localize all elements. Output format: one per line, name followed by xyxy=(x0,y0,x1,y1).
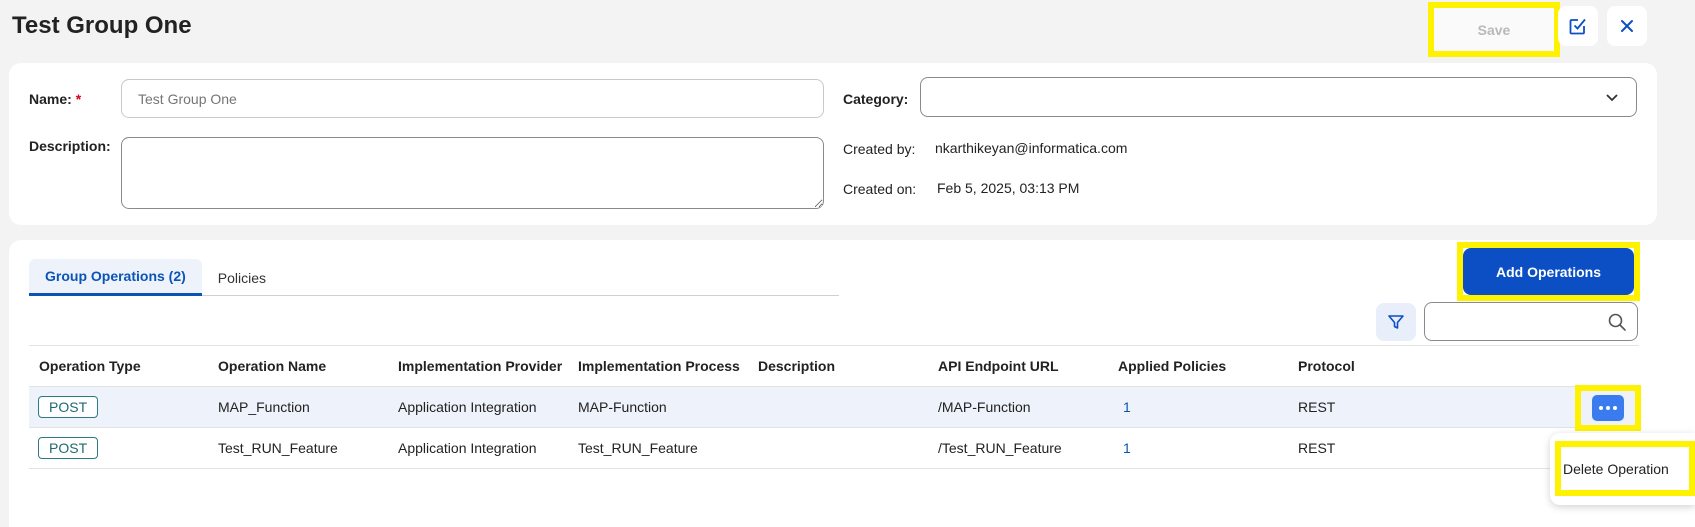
table-row[interactable]: POST MAP_Function Application Integratio… xyxy=(29,387,1639,428)
column-header[interactable]: Operation Name xyxy=(209,358,389,374)
tab-group-operations[interactable]: Group Operations (2) xyxy=(29,259,202,296)
delete-operation-highlight: Delete Operation xyxy=(1555,441,1695,496)
more-horizontal-icon xyxy=(1606,406,1610,410)
add-operations-button[interactable]: Add Operations xyxy=(1463,248,1634,295)
description-input[interactable] xyxy=(121,137,824,209)
category-label: Category: xyxy=(843,91,909,107)
implementation-process: MAP-Function xyxy=(578,399,667,415)
implementation-provider: Application Integration xyxy=(398,399,537,415)
save-button-highlight: Save xyxy=(1428,2,1560,57)
created-on-label: Created on: xyxy=(843,181,917,197)
created-by-value: nkarthikeyan@informatica.com xyxy=(935,140,1128,156)
more-horizontal-icon xyxy=(1599,406,1603,410)
page-title: Test Group One xyxy=(12,12,192,39)
created-by-label: Created by: xyxy=(843,141,916,157)
applied-policies-link[interactable]: 1 xyxy=(1123,399,1131,415)
column-header[interactable]: Applied Policies xyxy=(1109,358,1289,374)
filter-button[interactable] xyxy=(1376,303,1416,341)
checkbox-edit-icon xyxy=(1569,18,1586,35)
column-header[interactable]: Implementation Process xyxy=(569,358,749,374)
category-select[interactable] xyxy=(920,77,1637,117)
column-header[interactable]: API Endpoint URL xyxy=(929,358,1109,374)
method-badge: POST xyxy=(38,396,99,418)
more-horizontal-icon xyxy=(1613,406,1617,410)
tab-policies[interactable]: Policies xyxy=(202,259,282,296)
api-endpoint-url: /Test_RUN_Feature xyxy=(938,440,1062,456)
created-on-value: Feb 5, 2025, 03:13 PM xyxy=(937,180,1080,196)
table-row[interactable]: POST Test_RUN_Feature Application Integr… xyxy=(29,428,1639,469)
search-field xyxy=(1424,302,1638,341)
name-label: Name: * xyxy=(29,91,81,107)
implementation-process: Test_RUN_Feature xyxy=(578,440,698,456)
tab-bar: Group Operations (2) Policies xyxy=(29,259,839,296)
protocol: REST xyxy=(1298,440,1336,456)
required-mark: * xyxy=(75,91,82,107)
operations-table: Operation Type Operation Name Implementa… xyxy=(29,345,1639,469)
validate-button[interactable] xyxy=(1558,6,1598,46)
search-input[interactable] xyxy=(1435,303,1605,340)
column-header[interactable]: Description xyxy=(749,358,929,374)
row-actions-button[interactable] xyxy=(1592,395,1624,421)
api-endpoint-url: /MAP-Function xyxy=(938,399,1031,415)
filter-icon xyxy=(1388,315,1404,329)
column-header[interactable]: Operation Type xyxy=(29,358,209,374)
method-badge: POST xyxy=(38,437,99,459)
applied-policies-link[interactable]: 1 xyxy=(1123,440,1131,456)
operation-name: MAP_Function xyxy=(218,399,310,415)
column-header[interactable]: Protocol xyxy=(1289,358,1469,374)
protocol: REST xyxy=(1298,399,1336,415)
name-input[interactable] xyxy=(121,79,824,118)
operation-name: Test_RUN_Feature xyxy=(218,440,338,456)
description-label: Description: xyxy=(29,138,111,154)
implementation-provider: Application Integration xyxy=(398,440,537,456)
add-operations-highlight: Add Operations xyxy=(1457,242,1640,301)
close-button[interactable] xyxy=(1607,6,1647,46)
chevron-down-icon xyxy=(1606,94,1618,102)
search-icon[interactable] xyxy=(1607,312,1627,332)
save-button[interactable]: Save xyxy=(1434,8,1554,51)
close-icon xyxy=(1621,20,1633,32)
column-header[interactable]: Implementation Provider xyxy=(389,358,569,374)
name-label-text: Name: xyxy=(29,91,72,107)
table-header: Operation Type Operation Name Implementa… xyxy=(29,345,1639,387)
menu-item-delete-operation[interactable]: Delete Operation xyxy=(1563,461,1669,477)
row-actions-highlight xyxy=(1575,385,1641,431)
